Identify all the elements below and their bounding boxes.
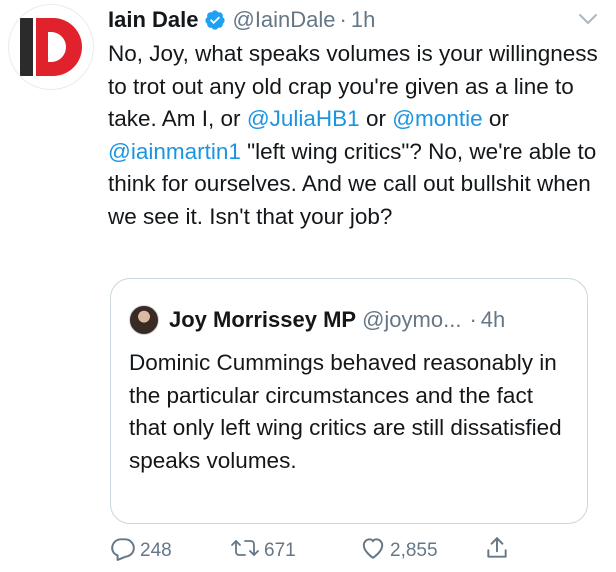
tweet-text-segment: or [482, 106, 509, 131]
quoted-tweet-header: Joy Morrissey MP @joymo... · 4h [129, 305, 505, 335]
retweet-count: 671 [264, 540, 296, 561]
mention-link[interactable]: @JuliaHB1 [247, 106, 360, 131]
quoted-tweet-time: 4h [480, 307, 506, 332]
quoted-author-handle: @joymo... [362, 307, 462, 332]
like-icon [360, 535, 390, 567]
like-button[interactable]: 2,855 [360, 536, 438, 566]
quoted-avatar [129, 305, 159, 335]
separator-dot: · [469, 307, 477, 332]
tweet-time[interactable]: 1h [351, 6, 375, 34]
author-name[interactable]: Iain Dale [108, 6, 198, 34]
tweet-header: Iain Dale @IainDale · 1h [108, 6, 375, 34]
tweet-text: No, Joy, what speaks volumes is your wil… [108, 38, 600, 233]
logo-d-shape [36, 18, 82, 76]
share-button[interactable] [484, 536, 514, 566]
reply-count: 248 [140, 540, 172, 561]
retweet-icon [230, 535, 264, 567]
quoted-author-name: Joy Morrissey MP [169, 307, 357, 332]
mention-link[interactable]: @montie [392, 106, 482, 131]
reply-icon [110, 535, 140, 567]
avatar[interactable] [8, 4, 94, 90]
tweet-text-segment: or [359, 106, 393, 131]
logo-i-shape [20, 18, 33, 76]
separator-dot: · [339, 7, 347, 32]
like-count: 2,855 [390, 540, 438, 561]
tweet: Iain Dale @IainDale · 1h No, Joy, what s… [0, 0, 616, 572]
action-bar: 248 671 2,855 [108, 536, 528, 566]
retweet-button[interactable]: 671 [230, 536, 296, 566]
share-icon [484, 535, 514, 567]
author-handle[interactable]: @IainDale [232, 6, 335, 34]
quoted-tweet-text: Dominic Cummings behaved reasonably in t… [129, 350, 562, 473]
verified-badge-icon [204, 9, 226, 31]
reply-button[interactable]: 248 [110, 536, 172, 566]
mention-link[interactable]: @iainmartin1 [108, 139, 241, 164]
quoted-tweet[interactable]: Joy Morrissey MP @joymo... · 4h Dominic … [110, 278, 588, 524]
chevron-down-icon[interactable] [578, 12, 598, 26]
